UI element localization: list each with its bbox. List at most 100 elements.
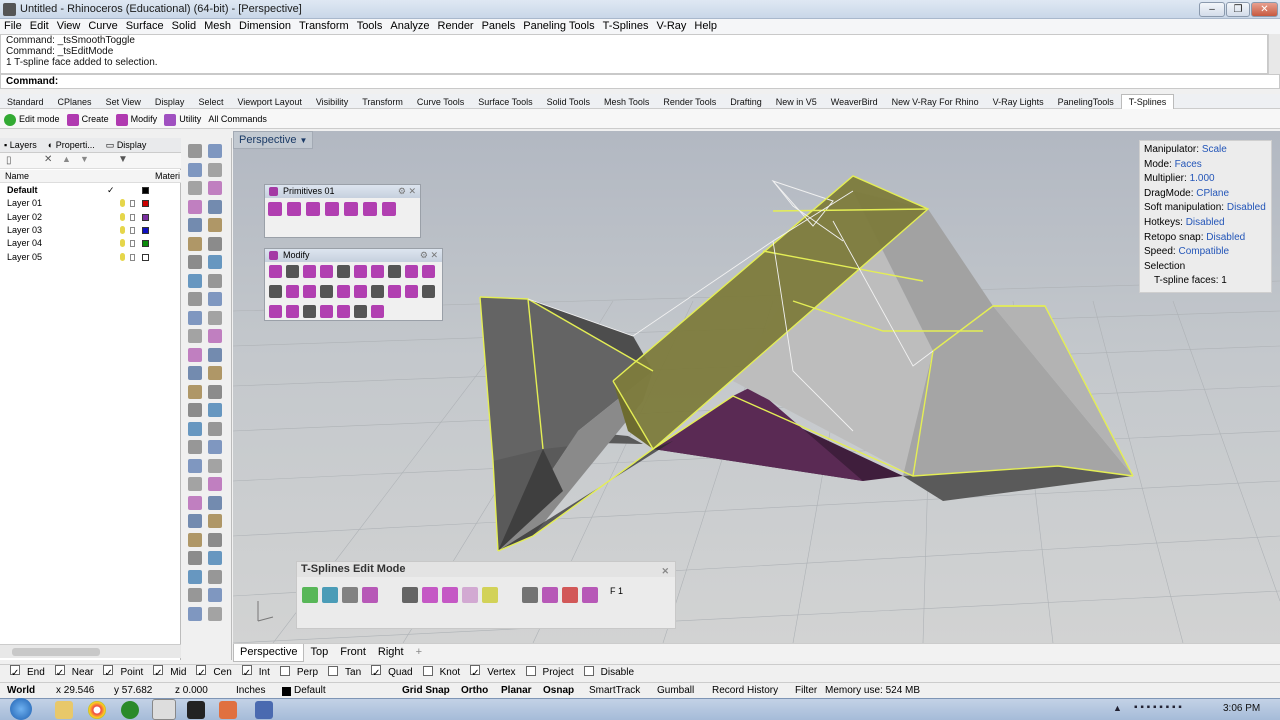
modify-button[interactable]: Modify [115, 109, 157, 129]
tab-panelingtools[interactable]: PanelingTools [1051, 95, 1121, 110]
tab-new-v-ray-for-rhino[interactable]: New V-Ray For Rhino [885, 95, 986, 110]
primitive-icon[interactable] [382, 202, 396, 216]
tab-set-view[interactable]: Set View [99, 95, 148, 110]
sidebar-tool-icon[interactable] [208, 421, 222, 436]
units-label[interactable]: Inches [236, 683, 265, 699]
layer-list-scrollbar[interactable] [0, 644, 181, 658]
sidebar-tool-icon[interactable] [188, 495, 202, 510]
sidebar-tool-icon[interactable] [208, 199, 222, 214]
checkbox[interactable] [583, 666, 594, 676]
move-up-icon[interactable]: ▲ [62, 154, 71, 164]
restore-button[interactable]: ❐ [1226, 2, 1250, 17]
ortho-toggle[interactable]: Ortho [461, 683, 488, 699]
tsplines-tool-icon[interactable] [462, 587, 478, 603]
move-down-icon[interactable]: ▼ [80, 154, 89, 164]
osnap-disable[interactable]: Disable [579, 665, 634, 681]
sidebar-tool-icon[interactable] [188, 477, 202, 491]
modify-tool-icon[interactable] [405, 265, 418, 278]
sidebar-tool-icon[interactable] [188, 403, 202, 417]
tsplines-tool-icon[interactable] [442, 587, 458, 603]
primitive-icon[interactable] [287, 202, 301, 216]
sidebar-tool-icon[interactable] [208, 495, 222, 510]
sidebar-tool-icon[interactable] [188, 292, 202, 306]
sidebar-tool-icon[interactable] [188, 551, 202, 565]
column-material[interactable]: Materi [155, 170, 180, 183]
sidebar-tool-icon[interactable] [208, 273, 222, 288]
modify-tool-icon[interactable] [269, 265, 282, 278]
scroll-thumb[interactable] [12, 648, 100, 656]
primitive-icon[interactable] [325, 202, 339, 216]
sidebar-tool-icon[interactable] [208, 255, 222, 269]
layer-row[interactable]: Layer 03 [0, 224, 181, 237]
tab-display[interactable]: Display [148, 95, 192, 110]
panel-close-icon[interactable]: ⚙ ✕ [420, 249, 438, 262]
record-history-toggle[interactable]: Record History [712, 683, 778, 699]
new-layer-icon[interactable]: ▯ [6, 155, 12, 166]
hud-hotkeys[interactable]: Disabled [1186, 217, 1225, 228]
sidebar-tool-icon[interactable] [188, 181, 202, 195]
menu-analyze[interactable]: Analyze [386, 19, 433, 34]
sidebar-tool-icon[interactable] [188, 458, 202, 473]
modify-tool-icon[interactable] [303, 265, 316, 278]
modify-tool-icon[interactable] [303, 285, 316, 298]
paint-icon[interactable] [219, 701, 237, 719]
menu-t-splines[interactable]: T-Splines [599, 19, 653, 34]
sidebar-tool-icon[interactable] [208, 329, 222, 343]
gumball-toggle[interactable]: Gumball [657, 683, 694, 699]
sidebar-tool-icon[interactable] [208, 403, 222, 417]
tsplines-tool-icon[interactable] [362, 587, 378, 603]
tray-arrow-icon[interactable]: ▲ [1113, 703, 1122, 713]
modify-tool-icon[interactable] [354, 285, 367, 298]
primitive-icon[interactable] [306, 202, 320, 216]
checkbox[interactable]: ✓ [241, 665, 252, 679]
start-button[interactable] [10, 698, 32, 720]
visibility-bulb-icon[interactable] [120, 212, 125, 221]
lock-icon[interactable] [130, 253, 135, 261]
chrome-icon[interactable] [88, 701, 106, 719]
lock-icon[interactable] [130, 200, 135, 208]
tab-mesh-tools[interactable]: Mesh Tools [597, 95, 656, 110]
layer-color-swatch[interactable] [142, 253, 149, 261]
sidebar-tool-icon[interactable] [188, 606, 202, 621]
osnap-int[interactable]: ✓ Int [237, 665, 270, 681]
add-viewport-icon[interactable]: + [410, 644, 428, 661]
lock-icon[interactable] [130, 226, 135, 234]
viewport-label[interactable]: Perspective ▼ [233, 131, 314, 149]
primitive-icon[interactable] [344, 202, 358, 216]
layer-color-swatch[interactable] [142, 187, 149, 194]
tab-new-in-v5[interactable]: New in V5 [769, 95, 824, 110]
menu-render[interactable]: Render [434, 19, 478, 34]
command-input[interactable]: Command: [0, 74, 1280, 89]
checkbox[interactable]: ✓ [54, 665, 65, 679]
osnap-point[interactable]: ✓ Point [98, 665, 143, 681]
sidebar-tool-icon[interactable] [188, 329, 202, 343]
layer-row[interactable]: Layer 02 [0, 211, 181, 224]
viewport-tab-top[interactable]: Top [304, 644, 334, 661]
menu-transform[interactable]: Transform [295, 19, 353, 34]
minimize-button[interactable]: – [1199, 2, 1225, 17]
tab-select[interactable]: Select [191, 95, 230, 110]
hud-mode[interactable]: Faces [1175, 159, 1202, 170]
osnap-end[interactable]: ✓ End [5, 665, 45, 681]
tray-icons[interactable]: ▪ ▪ ▪ ▪ ▪ ▪ ▪ ▪ [1134, 702, 1182, 713]
tsplines-tool-icon[interactable] [322, 587, 338, 603]
layer-color-swatch[interactable] [142, 226, 149, 234]
modify-tool-icon[interactable] [303, 305, 316, 318]
osnap-project[interactable]: Project [521, 665, 574, 681]
sidebar-tool-icon[interactable] [208, 236, 222, 251]
menu-help[interactable]: Help [690, 19, 721, 34]
planar-toggle[interactable]: Planar [501, 683, 532, 699]
sidebar-tool-icon[interactable] [208, 144, 222, 158]
sidebar-tool-icon[interactable] [188, 218, 202, 232]
osnap-near[interactable]: ✓ Near [50, 665, 93, 681]
tab-transform[interactable]: Transform [355, 95, 410, 110]
osnap-tan[interactable]: Tan [323, 665, 361, 681]
layer-row[interactable]: Layer 04 [0, 237, 181, 250]
delete-layer-icon[interactable]: ✕ [44, 154, 52, 165]
osnap-mid[interactable]: ✓ Mid [148, 665, 186, 681]
hud-speed[interactable]: Compatible [1178, 246, 1229, 257]
sidebar-tool-icon[interactable] [208, 458, 222, 473]
menu-view[interactable]: View [53, 19, 85, 34]
sidebar-tool-icon[interactable] [208, 292, 222, 306]
modify-tool-icon[interactable] [269, 285, 282, 298]
